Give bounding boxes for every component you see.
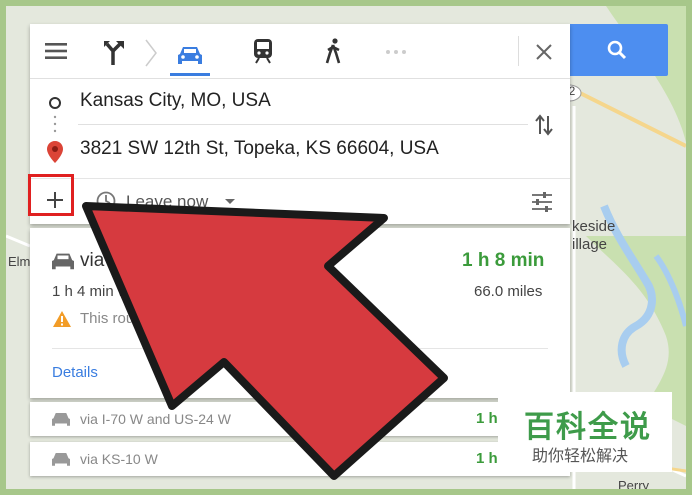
watermark: 百科全说 助你轻松解决 [498,392,672,472]
screenshot-frame: 92 keside illage Elm Perry [0,0,692,495]
watermark-subtitle: 助你轻松解决 [532,448,629,465]
watermark-title: 百科全说 [524,411,652,444]
